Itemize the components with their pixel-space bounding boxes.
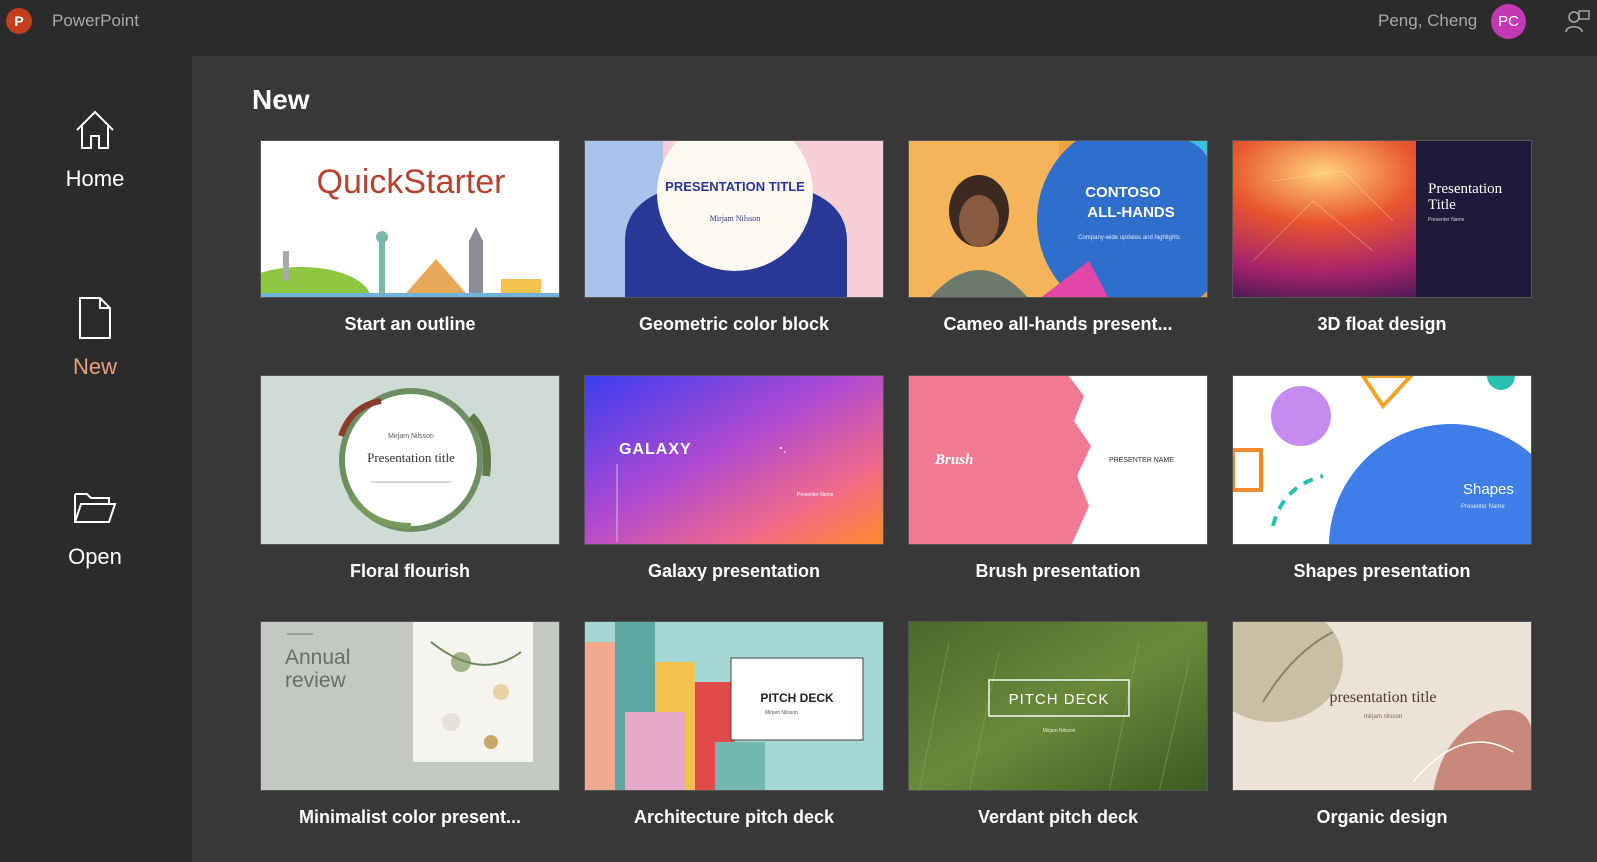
template-label: 3D float design <box>1317 314 1447 334</box>
template-label: Geometric color block <box>638 314 830 334</box>
template-thumbnail: CONTOSO ALL-HANDS Company-wide updates a… <box>908 140 1208 298</box>
thumb-subtitle: Mirjam Nilsson <box>765 710 798 716</box>
feedback-icon[interactable] <box>1563 8 1591 36</box>
template-tile-3d-float-design[interactable]: Presentation Title Presenter Name 3D flo… <box>1232 140 1532 335</box>
svg-text:Title: Title <box>1428 197 1456 213</box>
thumb-title: Brush <box>934 452 973 468</box>
template-tile-shapes-presentation[interactable]: Shapes Presenter Name Shapes presentatio… <box>1232 375 1532 582</box>
thumb-title: Shapes <box>1463 481 1514 498</box>
svg-text:ALL-HANDS: ALL-HANDS <box>1087 204 1175 221</box>
sidebar-item-new[interactable]: New <box>0 296 190 380</box>
template-thumbnail: presentation title mirjam nilsson <box>1232 621 1532 791</box>
svg-text:CONTOSO: CONTOSO <box>1085 184 1161 201</box>
template-thumbnail: PITCH DECK Mirjam Nilsson <box>908 621 1208 791</box>
template-thumbnail: GALAXY Presenter Name <box>584 375 884 545</box>
sidebar-item-label: Open <box>68 544 122 569</box>
folder-open-icon <box>74 493 117 523</box>
page-title: New <box>252 84 310 115</box>
home-icon <box>76 110 114 149</box>
template-label: Verdant pitch deck <box>977 807 1139 827</box>
sidebar-item-open[interactable]: Open <box>0 486 190 570</box>
app-name: PowerPoint <box>52 11 139 30</box>
powerpoint-logo-icon: P <box>6 8 32 34</box>
template-tile-floral-flourish[interactable]: Mirjam Nilsson Presentation title Floral… <box>260 375 560 582</box>
thumb-subtitle: Mirjam Nilsson <box>388 433 434 440</box>
template-tile-start-an-outline[interactable]: QuickStarter Start an outline <box>260 140 560 335</box>
template-thumbnail: Presentation Title Presenter Name <box>1232 140 1532 298</box>
main-content: New QuickStarter Start an outline PRESEN… <box>192 56 1597 862</box>
svg-text:Annual: Annual <box>285 646 350 669</box>
svg-text:Presentation: Presentation <box>1428 181 1503 197</box>
template-tile-minimalist-color[interactable]: Annual review Minimalist color present..… <box>260 621 560 828</box>
sidebar: Home New Open <box>0 56 190 862</box>
thumb-subtitle: Presenter Name <box>797 492 834 498</box>
title-bar: P PowerPoint Peng, Cheng PC <box>0 0 1597 46</box>
new-document-icon <box>79 297 111 339</box>
template-thumbnail: Annual review <box>260 621 560 791</box>
thumb-subtitle: Mirjam Nilsson <box>1043 728 1076 734</box>
thumb-title: PITCH DECK <box>1009 691 1110 708</box>
user-name[interactable]: Peng, Cheng <box>1378 11 1477 31</box>
template-tile-galaxy-presentation[interactable]: GALAXY Presenter Name Galaxy presentatio… <box>584 375 884 582</box>
thumb-subtitle: Presenter Name <box>1428 217 1465 223</box>
avatar[interactable]: PC <box>1491 4 1526 39</box>
template-thumbnail: QuickStarter <box>260 140 560 298</box>
template-label: Start an outline <box>344 314 476 334</box>
template-tile-geometric-color-block[interactable]: PRESENTATION TITLE Mirjam Nilsson Geomet… <box>584 140 884 335</box>
template-thumbnail: PITCH DECK Mirjam Nilsson <box>584 621 884 791</box>
template-tile-organic-design[interactable]: presentation title mirjam nilsson Organi… <box>1232 621 1532 828</box>
template-tile-cameo-all-hands[interactable]: CONTOSO ALL-HANDS Company-wide updates a… <box>908 140 1208 335</box>
template-label: Brush presentation <box>975 561 1141 581</box>
sidebar-item-home[interactable]: Home <box>0 108 190 192</box>
thumb-title: Presentation title <box>367 450 455 465</box>
template-label: Floral flourish <box>349 561 470 581</box>
template-tile-verdant-pitch-deck[interactable]: PITCH DECK Mirjam Nilsson Verdant pitch … <box>908 621 1208 828</box>
thumb-title: PITCH DECK <box>760 691 834 705</box>
template-label: Minimalist color present... <box>298 807 522 827</box>
template-label: Shapes presentation <box>1293 561 1471 581</box>
sidebar-item-label: Home <box>65 166 125 191</box>
template-tile-architecture-pitch-deck[interactable]: PITCH DECK Mirjam Nilsson Architecture p… <box>584 621 884 828</box>
template-tile-brush-presentation[interactable]: Brush PRESENTER NAME Brush presentation <box>908 375 1208 582</box>
template-thumbnail: Brush PRESENTER NAME <box>908 375 1208 545</box>
thumb-subtitle: mirjam nilsson <box>1364 714 1402 720</box>
thumb-title: presentation title <box>1329 689 1436 706</box>
template-thumbnail: Mirjam Nilsson Presentation title <box>260 375 560 545</box>
thumb-subtitle: Presenter Name <box>1461 504 1505 510</box>
template-thumbnail: Shapes Presenter Name <box>1232 375 1532 545</box>
thumb-title: QuickStarter <box>317 163 506 201</box>
template-label: Organic design <box>1316 807 1448 827</box>
thumb-subtitle: PRESENTER NAME <box>1109 457 1174 464</box>
thumb-subtitle: Company-wide updates and highlights <box>1078 235 1180 241</box>
template-thumbnail: PRESENTATION TITLE Mirjam Nilsson <box>584 140 884 298</box>
sidebar-item-label: New <box>72 354 117 379</box>
thumb-title: GALAXY <box>619 441 692 458</box>
thumb-title: PRESENTATION TITLE <box>665 179 805 194</box>
svg-text:review: review <box>285 669 347 692</box>
template-label: Galaxy presentation <box>647 561 821 581</box>
template-label: Architecture pitch deck <box>633 807 835 827</box>
template-label: Cameo all-hands present... <box>943 314 1173 334</box>
thumb-subtitle: Mirjam Nilsson <box>710 214 760 223</box>
